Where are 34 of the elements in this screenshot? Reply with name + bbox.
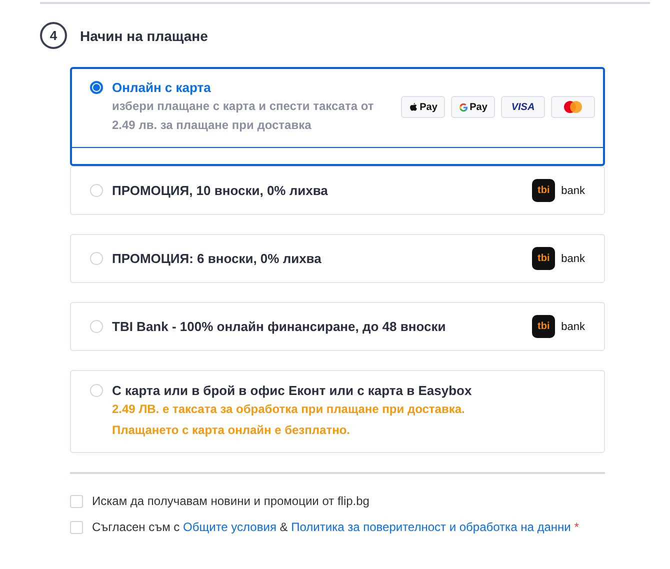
payment-option[interactable]: Онлайн с карта избери плащане с карта и спести таксата от 2.49 лв. за плащане при доставка Pay Pay VISA — [70, 67, 605, 166]
fee-note: 2.49 ЛВ. е таксата за обработка при плащане при доставка. — [112, 401, 466, 418]
payment-option[interactable]: С карта или в брой в офис Еконт или с карта в Easybox 2.49 ЛВ. е таксата за обработка при плащане при доставка. Плащането с карта онлайн е безплатно. — [70, 370, 605, 453]
bank-word: bank — [561, 184, 585, 196]
option-label: Онлайн с карта — [112, 80, 212, 95]
bank-word: bank — [561, 252, 585, 264]
bank-word: bank — [561, 320, 585, 332]
apple-pay-badge: Pay — [401, 96, 445, 118]
fee-note: Плащането с карта онлайн е безплатно. — [112, 422, 351, 439]
google-pay-badge: Pay — [451, 96, 495, 118]
option-label: С карта или в брой в офис Еконт или с карта в Easybox — [112, 383, 473, 398]
privacy-link[interactable]: Политика за поверителност и обработка на данни — [291, 520, 571, 534]
tbi-logo: tbi — [532, 247, 556, 270]
g-logo-icon — [458, 102, 468, 112]
step-number: 4 — [40, 22, 67, 49]
checkbox[interactable] — [70, 495, 83, 508]
mastercard-icon — [563, 101, 583, 113]
tbi-logo: tbi — [532, 315, 556, 338]
option-label: TBI Bank - 100% онлайн финансиране, до 48 вноски — [112, 319, 447, 334]
consent-text: Съгласен съм с Общите условия & Политика за поверителност и обработка на данни * — [92, 519, 579, 536]
payment-option[interactable]: ПРОМОЦИЯ, 10 вноски, 0% лихва tbi bank — [70, 166, 605, 215]
payment-option[interactable]: ПРОМОЦИЯ: 6 вноски, 0% лихва tbi bank — [70, 234, 605, 283]
option-label: ПРОМОЦИЯ, 10 вноски, 0% лихва — [112, 183, 329, 198]
option-description: избери плащане с карта и спести таксата от 2.49 лв. за плащане при доставка — [112, 98, 375, 134]
radio-button[interactable] — [90, 81, 103, 94]
tbi-logo: tbi — [532, 179, 556, 202]
checkbox[interactable] — [70, 521, 83, 534]
option-label: ПРОМОЦИЯ: 6 вноски, 0% лихва — [112, 251, 322, 266]
checkbox-label: Искам да получавам новини и промоции от flip.bg — [92, 493, 370, 510]
terms-link[interactable]: Общите условия — [183, 520, 276, 534]
payment-option[interactable]: TBI Bank - 100% онлайн финансиране, до 48 вноски tbi bank — [70, 302, 605, 351]
apple-icon — [408, 102, 418, 112]
visa-badge: VISA — [501, 96, 545, 118]
section-title: Начин на плащане — [80, 28, 208, 44]
